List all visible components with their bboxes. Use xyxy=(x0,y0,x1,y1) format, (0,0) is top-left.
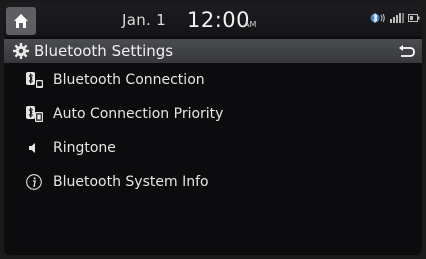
back-button[interactable] xyxy=(396,41,418,61)
settings-header: Bluetooth Settings xyxy=(4,39,422,63)
gear-icon xyxy=(13,43,29,59)
clock-time: 12:00 xyxy=(187,8,251,32)
auto-connection-priority-icon xyxy=(24,104,44,124)
am-pm-indicator: AM xyxy=(244,20,257,29)
home-button[interactable] xyxy=(6,7,36,35)
settings-menu: Bluetooth Connection Auto Connection Pri… xyxy=(4,63,422,199)
screen: Jan. 1 12:00 AM Bluetooth Settings Bluet… xyxy=(4,3,422,255)
date-text: Jan. 1 xyxy=(122,11,167,29)
menu-item-ringtone[interactable]: Ringtone xyxy=(4,131,422,165)
speaker-icon xyxy=(24,138,44,158)
menu-item-bluetooth-connection[interactable]: Bluetooth Connection xyxy=(4,63,422,97)
menu-item-label: Bluetooth Connection xyxy=(53,72,205,88)
status-icons xyxy=(370,12,420,24)
menu-item-auto-connection-priority[interactable]: Auto Connection Priority xyxy=(4,97,422,131)
page-title: Bluetooth Settings xyxy=(34,42,174,60)
menu-item-bluetooth-system-info[interactable]: Bluetooth System Info xyxy=(4,165,422,199)
menu-item-label: Bluetooth System Info xyxy=(53,174,209,190)
status-bar: Jan. 1 12:00 AM xyxy=(4,3,422,37)
bluetooth-connection-icon xyxy=(24,70,44,90)
menu-item-label: Ringtone xyxy=(53,140,116,156)
menu-item-label: Auto Connection Priority xyxy=(53,106,224,122)
bluetooth-audio-icon xyxy=(370,12,385,24)
home-icon xyxy=(14,14,28,28)
signal-icon xyxy=(390,13,404,23)
back-icon xyxy=(399,45,415,57)
battery-icon xyxy=(408,14,420,22)
info-icon xyxy=(24,172,44,192)
